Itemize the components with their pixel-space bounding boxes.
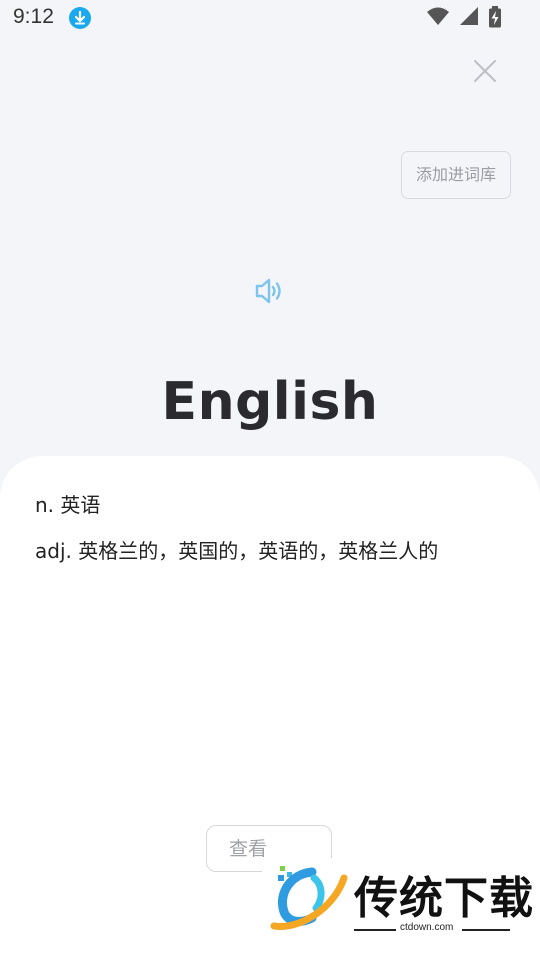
download-arrow-icon: [69, 7, 91, 29]
cell-signal-icon: [459, 6, 479, 30]
view-more-label: 查看: [229, 838, 268, 860]
status-bar: 9:12: [0, 0, 540, 36]
speaker-icon: [255, 278, 281, 304]
pronounce-button[interactable]: [254, 276, 286, 306]
status-time: 9:12: [13, 5, 54, 28]
watermark-brand: 传统下载: [354, 873, 534, 924]
watermark-url: ctdown.com: [400, 922, 454, 933]
headword: English: [161, 372, 379, 432]
watermark-divider: [354, 929, 396, 931]
close-icon: [474, 60, 496, 82]
add-to-wordbook-button[interactable]: 添加进词库: [401, 151, 511, 199]
watermark-divider: [462, 929, 510, 931]
definition-item: adj. 英格兰的，英国的，英语的，英格兰人的: [35, 539, 439, 563]
watermark: 传统下载 ctdown.com: [262, 858, 533, 940]
close-button[interactable]: [470, 56, 500, 86]
ctdown-logo: [270, 866, 348, 930]
wifi-icon: [426, 6, 450, 30]
battery-charging-icon: [488, 6, 502, 32]
definition-item: n. 英语: [35, 493, 101, 517]
